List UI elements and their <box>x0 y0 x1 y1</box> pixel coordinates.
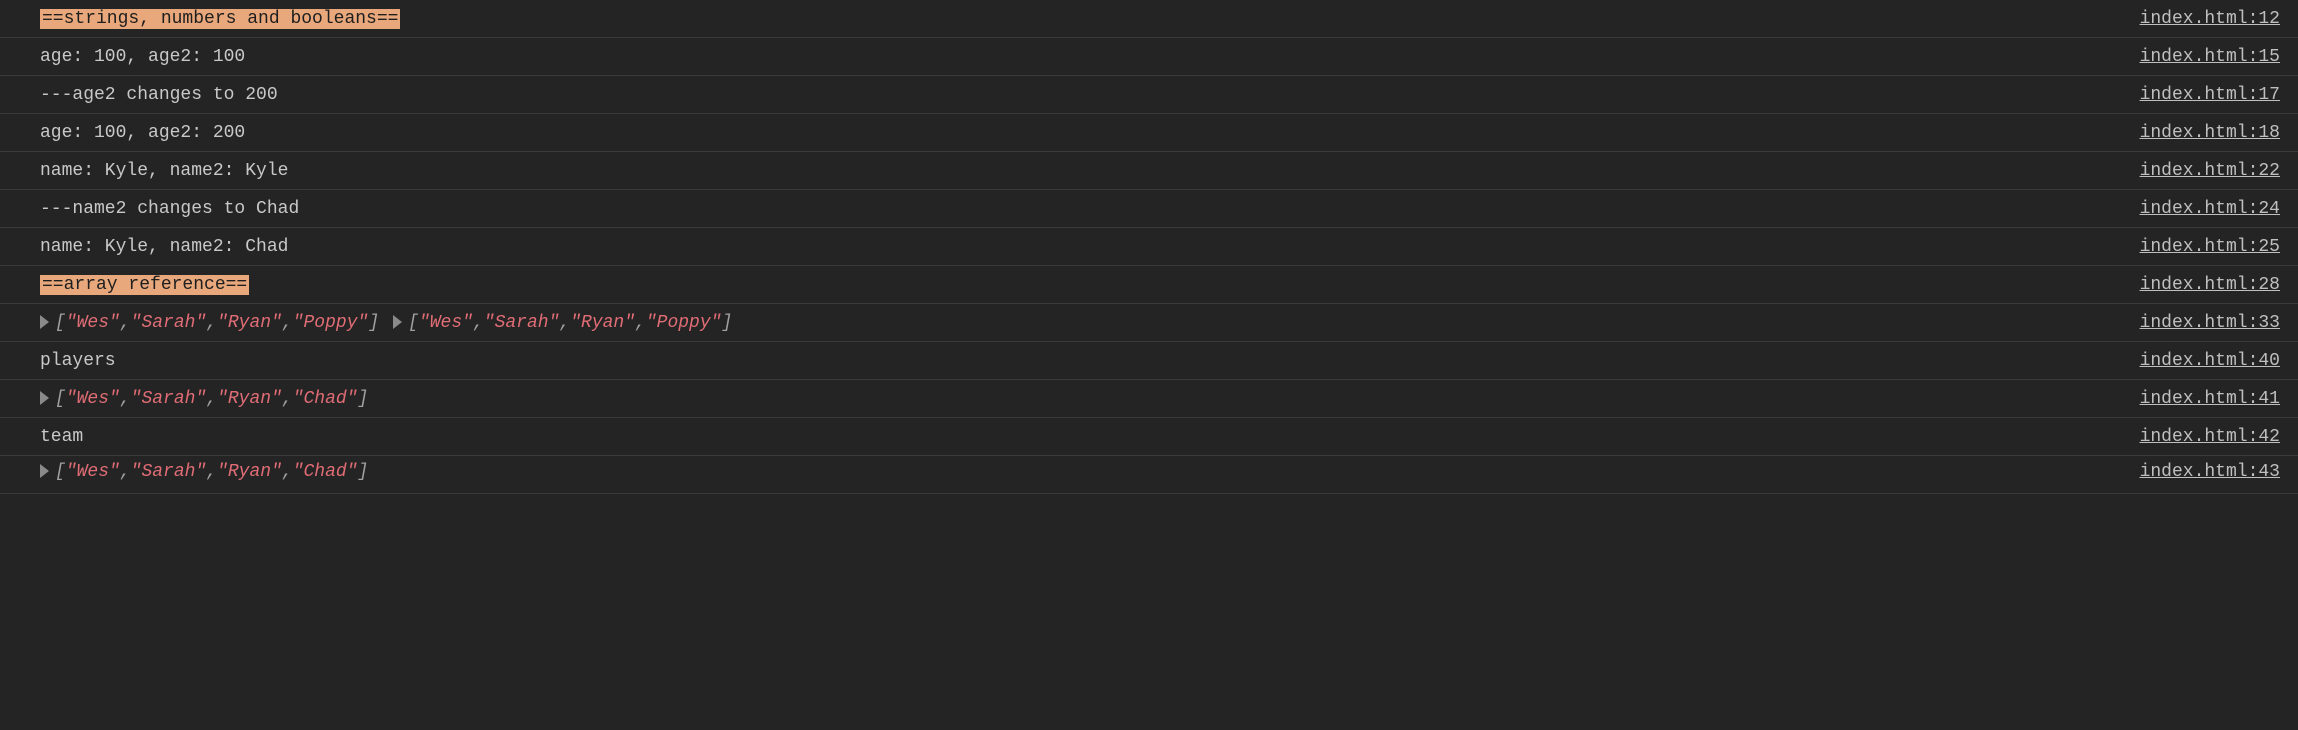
console-message: [ "Wes", "Sarah", "Ryan", "Poppy" ] [ "W… <box>40 313 746 333</box>
array-item: "Ryan" <box>570 313 635 333</box>
expand-arrow-icon[interactable] <box>40 391 49 405</box>
expand-arrow-icon[interactable] <box>40 464 49 478</box>
source-link[interactable]: index.html:12 <box>2120 9 2280 29</box>
console-row: [ "Wes", "Sarah", "Ryan", "Poppy" ] [ "W… <box>0 304 2298 342</box>
console-row: name: Kyle, name2: Chad index.html:25 <box>0 228 2298 266</box>
console-message: ---name2 changes to Chad <box>40 199 299 219</box>
bracket-close: ] <box>721 313 732 333</box>
source-link[interactable]: index.html:42 <box>2120 427 2280 447</box>
array-preview[interactable]: [ "Wes", "Sarah", "Ryan", "Chad" ] <box>40 462 368 482</box>
array-item: "Wes" <box>66 313 120 333</box>
array-item: "Sarah" <box>131 389 207 409</box>
source-link[interactable]: index.html:41 <box>2120 389 2280 409</box>
console-message: name: Kyle, name2: Chad <box>40 237 288 257</box>
console-row: team index.html:42 <box>0 418 2298 456</box>
console-message: age: 100, age2: 200 <box>40 123 245 143</box>
array-item: "Chad" <box>293 389 358 409</box>
console-message: [ "Wes", "Sarah", "Ryan", "Chad" ] <box>40 462 382 482</box>
array-preview[interactable]: [ "Wes", "Sarah", "Ryan", "Chad" ] <box>40 389 368 409</box>
bracket-close: ] <box>358 389 369 409</box>
console-message: name: Kyle, name2: Kyle <box>40 161 288 181</box>
source-link[interactable]: index.html:28 <box>2120 275 2280 295</box>
source-link[interactable]: index.html:25 <box>2120 237 2280 257</box>
array-item: "Sarah" <box>131 462 207 482</box>
expand-arrow-icon[interactable] <box>393 315 402 329</box>
console-message: players <box>40 351 116 371</box>
console-row: [ "Wes", "Sarah", "Ryan", "Chad" ] index… <box>0 456 2298 494</box>
bracket-open: [ <box>55 462 66 482</box>
array-item: "Wes" <box>66 389 120 409</box>
array-item: "Ryan" <box>217 389 282 409</box>
source-link[interactable]: index.html:22 <box>2120 161 2280 181</box>
console-message: team <box>40 427 83 447</box>
console-message: [ "Wes", "Sarah", "Ryan", "Chad" ] <box>40 389 382 409</box>
array-item: "Sarah" <box>131 313 207 333</box>
array-item: "Wes" <box>419 313 473 333</box>
array-preview[interactable]: [ "Wes", "Sarah", "Ryan", "Poppy" ] <box>40 313 379 333</box>
console-row: name: Kyle, name2: Kyle index.html:22 <box>0 152 2298 190</box>
console-message: age: 100, age2: 100 <box>40 47 245 67</box>
array-item: "Sarah" <box>484 313 560 333</box>
source-link[interactable]: index.html:18 <box>2120 123 2280 143</box>
console-row: [ "Wes", "Sarah", "Ryan", "Chad" ] index… <box>0 380 2298 418</box>
source-link[interactable]: index.html:40 <box>2120 351 2280 371</box>
bracket-open: [ <box>55 389 66 409</box>
console-output: ==strings, numbers and booleans== index.… <box>0 0 2298 494</box>
array-item: "Ryan" <box>217 313 282 333</box>
source-link[interactable]: index.html:17 <box>2120 85 2280 105</box>
console-row: ==array reference== index.html:28 <box>0 266 2298 304</box>
source-link[interactable]: index.html:43 <box>2120 462 2280 482</box>
array-item: "Poppy" <box>293 313 369 333</box>
console-message: ---age2 changes to 200 <box>40 85 278 105</box>
console-row: ---age2 changes to 200 index.html:17 <box>0 76 2298 114</box>
array-item: "Poppy" <box>646 313 722 333</box>
console-row: ==strings, numbers and booleans== index.… <box>0 0 2298 38</box>
bracket-close: ] <box>358 462 369 482</box>
highlighted-text: ==strings, numbers and booleans== <box>40 9 400 29</box>
source-link[interactable]: index.html:15 <box>2120 47 2280 67</box>
console-row: players index.html:40 <box>0 342 2298 380</box>
console-message: ==strings, numbers and booleans== <box>40 9 400 29</box>
array-item: "Chad" <box>293 462 358 482</box>
bracket-open: [ <box>408 313 419 333</box>
console-row: age: 100, age2: 200 index.html:18 <box>0 114 2298 152</box>
highlighted-text: ==array reference== <box>40 275 249 295</box>
array-item: "Wes" <box>66 462 120 482</box>
console-message: ==array reference== <box>40 275 249 295</box>
source-link[interactable]: index.html:24 <box>2120 199 2280 219</box>
bracket-close: ] <box>368 313 379 333</box>
source-link[interactable]: index.html:33 <box>2120 313 2280 333</box>
array-item: "Ryan" <box>217 462 282 482</box>
expand-arrow-icon[interactable] <box>40 315 49 329</box>
bracket-open: [ <box>55 313 66 333</box>
console-row: ---name2 changes to Chad index.html:24 <box>0 190 2298 228</box>
console-row: age: 100, age2: 100 index.html:15 <box>0 38 2298 76</box>
array-preview[interactable]: [ "Wes", "Sarah", "Ryan", "Poppy" ] <box>393 313 732 333</box>
